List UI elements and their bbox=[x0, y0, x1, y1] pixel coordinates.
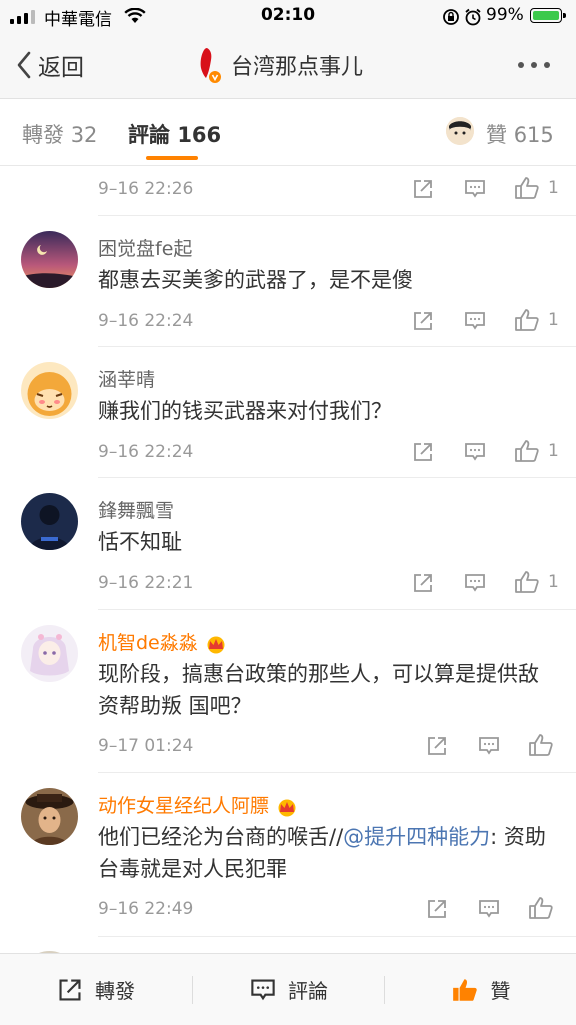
comment-time: 9–16 22:21 bbox=[98, 573, 194, 593]
share-icon bbox=[414, 443, 432, 461]
tab-reposts[interactable]: 轉發 32 bbox=[22, 119, 97, 149]
thumbs-up-icon bbox=[529, 897, 553, 919]
like-comment-button[interactable]: 1 bbox=[514, 570, 559, 594]
list-item: 困觉盘fe起 都惠去买美爹的武器了，是不是傻 9–16 22:24 1 bbox=[0, 216, 576, 347]
user-avatar[interactable] bbox=[21, 625, 78, 682]
comment-text: 他们已经沦为台商的喉舌//@提升四种能力: 资助台毒就是对人民犯罪 bbox=[98, 825, 546, 881]
repost-button[interactable]: 轉發 bbox=[0, 954, 192, 1025]
like-comment-button[interactable]: 1 bbox=[514, 176, 559, 200]
comment-time: 9–16 22:24 bbox=[98, 442, 194, 462]
comment-icon bbox=[465, 312, 485, 330]
repost-comment-button[interactable] bbox=[426, 898, 448, 920]
repost-comment-button[interactable] bbox=[412, 310, 434, 332]
thumbs-up-icon bbox=[515, 309, 539, 331]
comment-text: 恬不知耻 bbox=[98, 530, 182, 554]
comment-icon bbox=[465, 180, 485, 198]
list-item: 涵莘晴 赚我们的钱买武器来对付我们？ 9–16 22:24 1 bbox=[0, 347, 576, 478]
share-icon bbox=[59, 978, 81, 1001]
active-tab-indicator bbox=[146, 156, 198, 160]
comment-time: 9–16 22:26 bbox=[98, 179, 194, 199]
share-icon bbox=[428, 737, 446, 755]
comment-icon bbox=[479, 737, 499, 755]
list-item: 9–16 22:26 1 bbox=[0, 166, 576, 216]
comment-text: 赚我们的钱买武器来对付我们？ bbox=[98, 399, 392, 423]
repost-comment-button[interactable] bbox=[426, 735, 448, 757]
battery-icon bbox=[530, 8, 566, 23]
comment-time: 9–16 22:49 bbox=[98, 899, 194, 919]
like-comment-button[interactable] bbox=[528, 733, 554, 757]
like-comment-button[interactable]: 1 bbox=[514, 308, 559, 332]
tab-likes[interactable]: 贊 615 bbox=[486, 119, 554, 149]
list-item: 机智de淼淼 现阶段，搞惠台政策的那些人，可以算是提供敌资帮助叛 国吧？ 9–1… bbox=[0, 610, 576, 773]
like-button[interactable]: 贊 bbox=[385, 954, 576, 1025]
status-bar: 中華電信 02:10 99% bbox=[0, 0, 576, 32]
rotation-lock-icon bbox=[443, 9, 459, 25]
bottom-action-bar: 轉發 評論 贊 bbox=[0, 953, 576, 1025]
comment-username[interactable]: 涵莘晴 bbox=[98, 365, 155, 392]
repost-comment-button[interactable] bbox=[412, 572, 434, 594]
comment-text: 现阶段，搞惠台政策的那些人，可以算是提供敌资帮助叛 国吧？ bbox=[98, 662, 539, 718]
account-logo bbox=[185, 46, 225, 84]
alarm-icon bbox=[465, 8, 481, 26]
reply-button[interactable] bbox=[464, 310, 486, 332]
share-icon bbox=[428, 900, 446, 918]
repost-comment-button[interactable] bbox=[412, 178, 434, 200]
tab-comments[interactable]: 評論 166 bbox=[128, 119, 221, 149]
liker-avatar bbox=[446, 117, 474, 145]
like-comment-button[interactable] bbox=[528, 896, 554, 920]
thumbs-up-icon bbox=[515, 440, 539, 462]
reply-button[interactable] bbox=[464, 572, 486, 594]
back-label: 返回 bbox=[38, 55, 84, 81]
navigation-bar: 返回 台湾那点事儿 bbox=[0, 32, 576, 99]
share-icon bbox=[414, 574, 432, 592]
back-button[interactable]: 返回 bbox=[16, 50, 84, 81]
user-mention-link[interactable]: @提升四种能力 bbox=[343, 825, 490, 849]
crown-icon bbox=[207, 636, 225, 653]
comment-username[interactable]: 机智de淼淼 bbox=[98, 628, 228, 655]
comment-button[interactable]: 評論 bbox=[193, 954, 385, 1025]
thumbs-up-icon bbox=[529, 734, 553, 756]
like-comment-button[interactable]: 1 bbox=[514, 439, 559, 463]
account-header[interactable]: 台湾那点事儿 bbox=[185, 46, 363, 84]
comment-icon bbox=[479, 900, 499, 918]
comment-time: 9–16 22:24 bbox=[98, 311, 194, 331]
reply-button[interactable] bbox=[478, 898, 500, 920]
share-icon bbox=[414, 180, 432, 198]
reply-button[interactable] bbox=[464, 178, 486, 200]
thumbs-up-icon bbox=[515, 177, 539, 199]
thumbs-up-icon bbox=[515, 571, 539, 593]
page-title: 台湾那点事儿 bbox=[231, 55, 364, 80]
comment-text: 都惠去买美爹的武器了，是不是傻 bbox=[98, 268, 413, 292]
tab-bar: 轉發 32 評論 166 贊 615 bbox=[0, 99, 576, 166]
comment-icon bbox=[465, 574, 485, 592]
user-avatar[interactable] bbox=[21, 231, 78, 288]
list-item: 鋒舞飄雪 恬不知耻 9–16 22:21 1 bbox=[0, 478, 576, 610]
reply-button[interactable] bbox=[478, 735, 500, 757]
reply-button[interactable] bbox=[464, 441, 486, 463]
comment-username[interactable]: 困觉盘fe起 bbox=[98, 234, 192, 261]
user-avatar[interactable] bbox=[21, 362, 78, 419]
user-avatar[interactable] bbox=[21, 788, 78, 845]
comment-username[interactable]: 鋒舞飄雪 bbox=[98, 496, 174, 523]
battery-percentage: 99% bbox=[486, 5, 524, 25]
comment-username[interactable]: 动作女星经纪人阿膘 bbox=[98, 791, 299, 818]
more-options-button[interactable] bbox=[518, 62, 550, 68]
list-item: 动作女星经纪人阿膘 他们已经沦为台商的喉舌//@提升四种能力: 资助台毒就是对人… bbox=[0, 773, 576, 937]
comment-icon bbox=[251, 978, 275, 1000]
user-avatar[interactable] bbox=[21, 493, 78, 550]
thumbs-up-icon bbox=[452, 978, 477, 1001]
crown-icon bbox=[278, 799, 296, 816]
share-icon bbox=[414, 312, 432, 330]
comment-time: 9–17 01:24 bbox=[98, 736, 194, 756]
chevron-left-icon bbox=[17, 51, 31, 79]
comment-icon bbox=[465, 443, 485, 461]
repost-comment-button[interactable] bbox=[412, 441, 434, 463]
